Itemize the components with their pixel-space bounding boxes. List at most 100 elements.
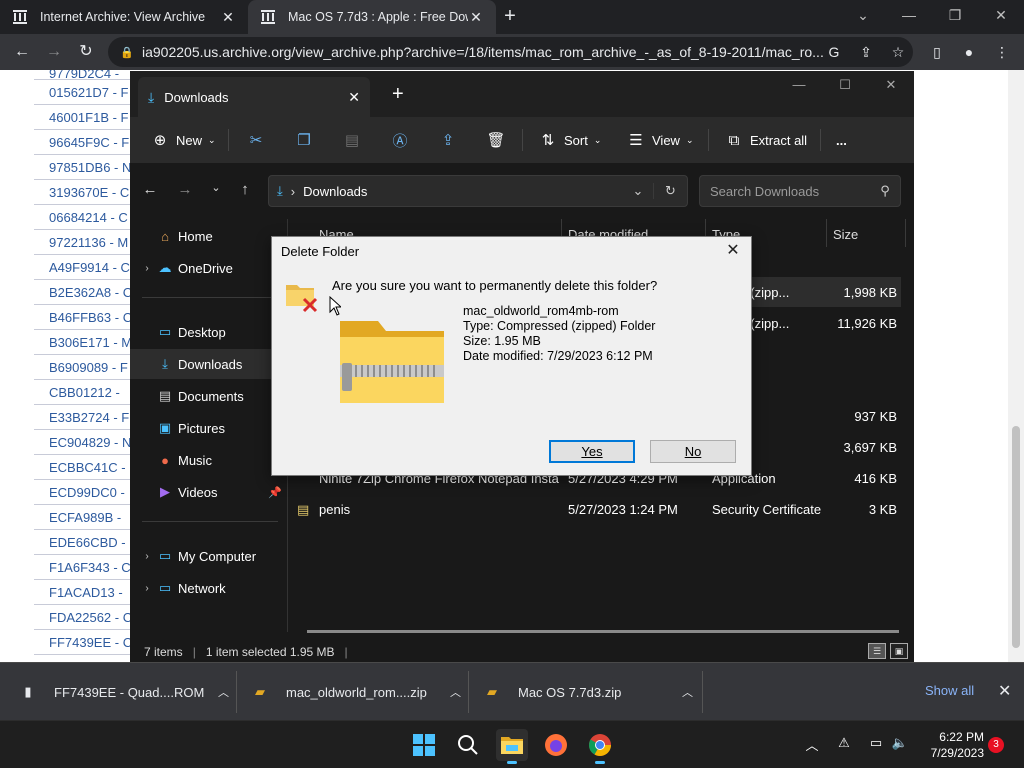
archive-list-item[interactable]: F1ACAD13 - (34, 580, 130, 605)
archive-list-item[interactable]: B6909089 - F (34, 355, 130, 380)
browser-tab-macos[interactable]: Mac OS 7.7d3 : Apple : Free Dow ✕ (248, 0, 496, 34)
nav-item-music[interactable]: ● Music (130, 445, 288, 475)
profile-icon[interactable]: ● (959, 42, 979, 62)
archive-list-item[interactable]: 96645F9C - F (34, 130, 130, 155)
no-button[interactable]: No (650, 440, 736, 463)
minimize-button[interactable]: — (886, 0, 932, 34)
close-icon[interactable]: ✕ (719, 239, 747, 263)
chevron-up-icon[interactable]: ︿ (450, 684, 461, 700)
cut-button[interactable]: ✂ (246, 117, 272, 163)
archive-list-item[interactable]: 46001F1B - F (34, 105, 130, 130)
maximize-button[interactable]: ☐ (822, 77, 868, 101)
display-icon[interactable]: ▭ (866, 735, 886, 751)
archive-list-item[interactable]: ECFA989B - (34, 505, 130, 530)
close-window-button[interactable]: ✕ (978, 0, 1024, 34)
archive-list-item[interactable]: 97221136 - M (34, 230, 130, 255)
archive-list-item[interactable]: B306E171 - M (34, 330, 130, 355)
nav-item-documents[interactable]: ▤ Documents (130, 381, 288, 411)
nav-item-downloads[interactable]: ⤓ Downloads (130, 349, 288, 379)
yes-button[interactable]: Yes (549, 440, 635, 463)
nav-item-videos[interactable]: ▶ Videos 📌 (130, 477, 288, 507)
column-divider[interactable] (905, 219, 906, 247)
column-divider[interactable] (826, 219, 827, 247)
explorer-new-tab-button[interactable]: + (392, 83, 404, 106)
archive-list-item[interactable]: 06684214 - C (34, 205, 130, 230)
tiles-view-button[interactable]: ▣ (890, 643, 908, 659)
delete-button[interactable]: 🗑 (486, 117, 512, 163)
close-window-button[interactable]: ✕ (868, 77, 914, 101)
page-scrollbar[interactable] (1008, 70, 1024, 662)
wifi-off-icon[interactable]: ⚠ (834, 735, 854, 751)
recent-locations-chevron-icon[interactable]: ⌄ (204, 181, 228, 194)
view-button[interactable]: ☰ View ⌄ (626, 117, 693, 163)
archive-list-item[interactable]: 3193670E - C (34, 180, 130, 205)
close-icon[interactable]: ✕ (468, 9, 484, 26)
explorer-search-input[interactable]: Search Downloads ⚲ (699, 175, 901, 207)
nav-item-home[interactable]: ⌂ Home (130, 221, 288, 251)
nav-item-pictures[interactable]: ▣ Pictures (130, 413, 288, 443)
nav-item-my-computer[interactable]: › ▭ My Computer (130, 541, 288, 571)
menu-kebab-icon[interactable]: ⋮ (992, 42, 1012, 62)
archive-list-item[interactable]: CBB01212 - (34, 380, 130, 405)
pin-icon[interactable]: 📌 (268, 486, 282, 499)
archive-list-item[interactable]: ECBBC41C - (34, 455, 130, 480)
new-button[interactable]: ⊕ New ⌄ (150, 117, 216, 163)
paste-button[interactable]: ▤ (342, 117, 368, 163)
browser-tab-archive[interactable]: Internet Archive: View Archive ✕ (0, 0, 248, 34)
download-item[interactable]: ▮ FF7439EE - Quad....ROM ︿ (20, 663, 229, 721)
archive-list-item[interactable]: F1A6F343 - C (34, 555, 130, 580)
archive-list-item[interactable]: FDA22562 - C (34, 605, 130, 630)
download-item[interactable]: ▰ Mac OS 7.7d3.zip ︿ (484, 663, 693, 721)
extract-all-button[interactable]: ⧉ Extract all (724, 117, 807, 163)
address-bar[interactable]: 🔒 ia902205.us.archive.org/view_archive.p… (108, 37, 913, 67)
new-tab-button[interactable]: + (498, 5, 522, 29)
chevron-right-icon[interactable]: › (138, 551, 156, 562)
show-all-button[interactable]: Show all (925, 683, 974, 698)
rename-button[interactable]: Ⓐ (390, 117, 416, 163)
notification-badge[interactable]: 3 (988, 737, 1004, 753)
share-button[interactable]: ⇪ (438, 117, 464, 163)
reload-button[interactable]: ↻ (72, 38, 100, 66)
more-options-button[interactable]: ... (836, 117, 847, 163)
close-icon[interactable]: ✕ (348, 89, 360, 106)
clock[interactable]: 6:22 PM 7/29/2023 (924, 729, 984, 761)
chevron-up-icon[interactable]: ︿ (802, 735, 822, 754)
archive-list-item[interactable]: 97851DB6 - N (34, 155, 130, 180)
horizontal-scrollbar[interactable] (307, 630, 899, 633)
file-row[interactable]: ▤ penis 5/27/2023 1:24 PM Security Certific… (289, 494, 901, 524)
archive-list-item[interactable]: B46FFB63 - C (34, 305, 130, 330)
firefox-taskbar-button[interactable] (540, 729, 572, 761)
file-explorer-taskbar-button[interactable] (496, 729, 528, 764)
chevron-up-icon[interactable]: ︿ (218, 684, 229, 700)
start-button[interactable] (408, 729, 440, 761)
archive-list-item[interactable]: E33B2724 - F (34, 405, 130, 430)
details-view-button[interactable]: ☰ (868, 643, 886, 659)
back-button[interactable]: ← (138, 181, 162, 198)
minimize-button[interactable]: — (776, 77, 822, 101)
copy-button[interactable]: ❐ (294, 117, 320, 163)
archive-list-item[interactable]: 9779D2C4 - (34, 70, 130, 80)
search-button[interactable] (452, 729, 484, 761)
nav-item-network[interactable]: › ▭ Network (130, 573, 288, 603)
chevron-up-icon[interactable]: ︿ (682, 684, 693, 700)
archive-list-item[interactable]: A49F9914 - C (34, 255, 130, 280)
refresh-icon[interactable]: ↻ (653, 183, 687, 199)
explorer-tab-downloads[interactable]: ⤓ Downloads ✕ (138, 77, 370, 117)
explorer-address-bar[interactable]: ⤓ › Downloads ⌄ ↻ (268, 175, 688, 207)
archive-list-item[interactable]: EDE66CBD - (34, 530, 130, 555)
forward-button[interactable]: → (40, 38, 68, 66)
close-icon[interactable]: ✕ (998, 681, 1011, 701)
scrollbar-thumb[interactable] (1012, 426, 1020, 648)
side-panel-icon[interactable]: ▯ (927, 42, 947, 62)
nav-item-onedrive[interactable]: › ☁ OneDrive (130, 253, 288, 283)
archive-list-item[interactable]: FF7439EE - C (34, 630, 130, 655)
close-icon[interactable]: ✕ (220, 9, 236, 26)
share-icon[interactable]: ⇪ (856, 42, 876, 62)
speaker-icon[interactable]: 🔈 (890, 735, 910, 751)
forward-button[interactable]: → (173, 181, 197, 198)
chevron-down-icon[interactable]: ⌄ (623, 183, 653, 199)
google-lens-icon[interactable]: G (824, 42, 844, 62)
archive-list-item[interactable]: 015621D7 - F (34, 80, 130, 105)
nav-item-desktop[interactable]: ▭ Desktop (130, 317, 288, 347)
download-item[interactable]: ▰ mac_oldworld_rom....zip ︿ (252, 663, 461, 721)
